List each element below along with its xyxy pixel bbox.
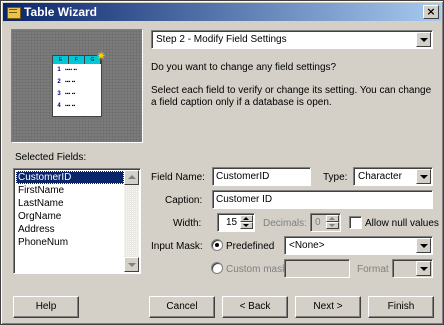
selected-fields-items: CustomerID FirstName LastName OrgName Addres…: [16, 171, 124, 249]
title-bar: Table Wizard ×: [3, 3, 441, 21]
decimals-label: Decimals:: [263, 218, 307, 229]
spin-down-icon[interactable]: [240, 222, 253, 229]
field-name-input[interactable]: [212, 167, 311, 186]
predefined-radio[interactable]: [211, 239, 223, 251]
type-select-value: Character: [358, 171, 402, 182]
table-wizard-window: Table Wizard × E F G 1 ▪▪▪▪ ▪▪ 2 ▪▪▪ ▪▪ 3 ▪…: [0, 0, 444, 325]
allow-null-label: Allow null values: [365, 218, 439, 229]
scroll-up-icon[interactable]: [124, 170, 139, 185]
preview-row: 4 ▪▪▪ ▪▪: [53, 100, 101, 112]
close-button[interactable]: ×: [423, 5, 439, 19]
decimals-spin-buttons[interactable]: [326, 215, 339, 230]
width-label: Width:: [173, 218, 202, 229]
preview-row-dots: ▪▪▪ ▪▪: [65, 79, 76, 85]
scroll-down-icon[interactable]: [124, 257, 139, 272]
cancel-button[interactable]: Cancel: [149, 296, 215, 318]
field-name-input-box[interactable]: [216, 170, 307, 183]
preview-header-cell: E: [53, 56, 69, 64]
custom-mask-radio[interactable]: [211, 262, 223, 274]
table-preview-image: E F G 1 ▪▪▪▪ ▪▪ 2 ▪▪▪ ▪▪ 3 ▪▪▪ ▪▪ 4 ▪▪▪ ▪▪ ✷: [11, 29, 143, 143]
preview-row-num: 1: [57, 67, 61, 73]
spin-down-icon[interactable]: [326, 222, 339, 229]
list-item[interactable]: OrgName: [16, 210, 124, 223]
predefined-mask-select[interactable]: <None>: [284, 236, 433, 255]
width-spin-buttons[interactable]: [240, 215, 253, 230]
preview-header-row: E F G: [53, 56, 101, 64]
list-item[interactable]: LastName: [16, 197, 124, 210]
format-select[interactable]: [392, 259, 433, 278]
selected-fields-label: Selected Fields:: [15, 152, 87, 163]
finish-button[interactable]: Finish: [368, 296, 434, 318]
preview-row-num: 4: [57, 103, 61, 109]
preview-row: 3 ▪▪▪ ▪▪: [53, 88, 101, 100]
caption-input-box[interactable]: [216, 193, 429, 206]
preview-row-dots: ▪▪▪▪ ▪▪: [65, 67, 78, 73]
predefined-mask-value: <None>: [289, 240, 325, 251]
chevron-down-icon[interactable]: [416, 169, 431, 184]
question-text: Do you want to change any field settings…: [151, 62, 337, 73]
predefined-label: Predefined: [226, 241, 275, 252]
chevron-down-icon[interactable]: [416, 238, 431, 253]
selected-fields-list[interactable]: CustomerID FirstName LastName OrgName Addres…: [13, 168, 141, 274]
preview-row-num: 2: [57, 79, 61, 85]
caption-input[interactable]: [212, 190, 433, 209]
spin-up-icon[interactable]: [326, 215, 339, 222]
decimals-spinner[interactable]: 0: [310, 213, 341, 232]
preview-row-dots: ▪▪▪ ▪▪: [65, 103, 76, 109]
decimals-value: 0: [315, 217, 321, 228]
type-select[interactable]: Character: [353, 167, 433, 186]
list-item[interactable]: Address: [16, 223, 124, 236]
field-name-label: Field Name:: [151, 172, 205, 183]
list-item[interactable]: CustomerID: [16, 171, 124, 184]
custom-mask-input[interactable]: [284, 259, 350, 278]
preview-header-cell: F: [69, 56, 85, 64]
sparkle-icon: ✷: [96, 49, 107, 63]
step-dropdown[interactable]: Step 2 - Modify Field Settings: [151, 30, 433, 49]
caption-label: Caption:: [165, 195, 203, 206]
preview-row-num: 3: [57, 91, 61, 97]
spin-up-icon[interactable]: [240, 215, 253, 222]
list-item[interactable]: PhoneNum: [16, 236, 124, 249]
type-label: Type:: [323, 172, 348, 183]
chevron-down-icon[interactable]: [416, 32, 431, 47]
preview-row: 2 ▪▪▪ ▪▪: [53, 76, 101, 88]
preview-row-dots: ▪▪▪ ▪▪: [65, 91, 76, 97]
step-dropdown-value: Step 2 - Modify Field Settings: [156, 34, 287, 45]
list-item[interactable]: FirstName: [16, 184, 124, 197]
list-scrollbar[interactable]: [124, 170, 139, 272]
input-mask-label: Input Mask:: [151, 241, 203, 252]
preview-row: 1 ▪▪▪▪ ▪▪: [53, 64, 101, 76]
back-button[interactable]: < Back: [222, 296, 288, 318]
allow-null-checkbox[interactable]: [349, 216, 362, 229]
next-button[interactable]: Next >: [295, 296, 361, 318]
width-value: 15: [226, 217, 238, 228]
table-wizard-icon: [6, 5, 21, 19]
width-spinner[interactable]: 15: [217, 213, 255, 232]
custom-mask-label: Custom mask: [226, 264, 288, 275]
close-icon: ×: [426, 5, 436, 18]
chevron-down-icon[interactable]: [416, 261, 431, 276]
help-button[interactable]: Help: [13, 296, 79, 318]
table-preview-grid: E F G 1 ▪▪▪▪ ▪▪ 2 ▪▪▪ ▪▪ 3 ▪▪▪ ▪▪ 4 ▪▪▪ ▪▪: [52, 55, 102, 117]
description-text: Select each field to verify or change it…: [151, 85, 432, 108]
format-label: Format: [357, 264, 389, 275]
window-title: Table Wizard: [24, 5, 98, 19]
